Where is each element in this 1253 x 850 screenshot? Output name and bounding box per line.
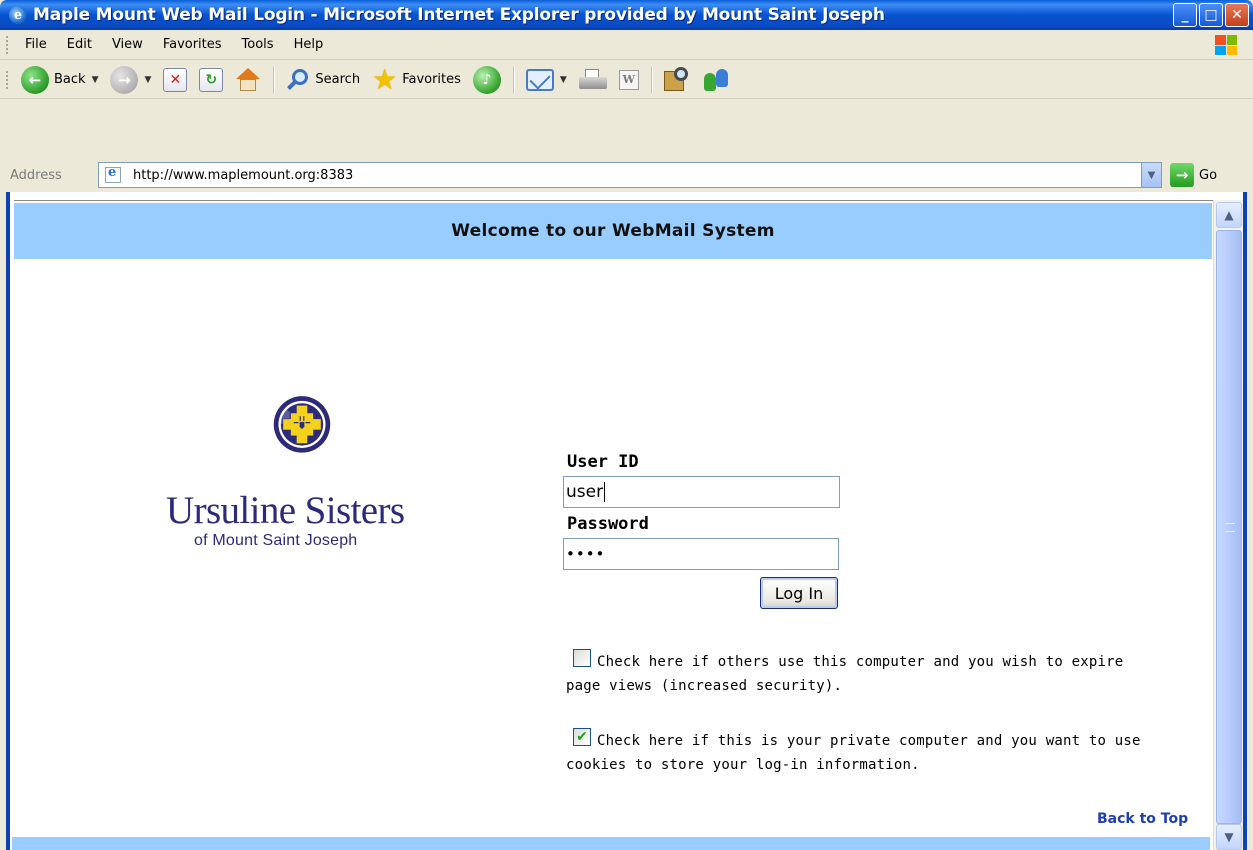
- stop-icon: ✕: [163, 67, 188, 92]
- back-to-top-link[interactable]: Back to Top: [1097, 811, 1188, 827]
- refresh-icon: ↻: [199, 67, 224, 92]
- store-cookies-line1: Check here if this is your private compu…: [597, 733, 1141, 749]
- close-button[interactable]: ✕: [1225, 3, 1249, 27]
- scrollbar-thumb[interactable]: [1216, 230, 1242, 824]
- address-url: http://www.maplemount.org:8383: [133, 167, 354, 183]
- maximize-button[interactable]: □: [1199, 3, 1223, 27]
- log-in-button[interactable]: Log In: [760, 577, 838, 609]
- toolbar-grip[interactable]: [6, 70, 9, 89]
- store-cookies-label: Check here if this is your private compu…: [566, 729, 1141, 777]
- welcome-title: Welcome to our WebMail System: [451, 221, 775, 241]
- toolbar-separator: [512, 66, 514, 93]
- expire-pages-line2: page views (increased security).: [566, 678, 843, 694]
- print-icon: [578, 68, 607, 91]
- menu-help[interactable]: Help: [284, 37, 334, 52]
- scrollbar-grip: [1225, 523, 1235, 532]
- forward-dropdown-icon[interactable]: ▼: [144, 75, 151, 85]
- window-controls: _ □ ✕: [1173, 3, 1249, 27]
- forward-button[interactable]: → ▼: [104, 63, 157, 97]
- password-value: ••••: [566, 545, 606, 563]
- toolbar-separator: [273, 66, 275, 93]
- favorites-star-icon: ★: [372, 62, 398, 96]
- expire-pages-label: Check here if others use this computer a…: [566, 650, 1123, 698]
- page-icon: [105, 165, 121, 183]
- messenger-icon: [702, 67, 732, 93]
- search-icon: [286, 68, 310, 92]
- ie-app-icon[interactable]: e: [9, 6, 27, 24]
- logo-name: Ursuline Sisters: [166, 489, 405, 532]
- mail-icon: [525, 68, 554, 91]
- back-button[interactable]: ← Back ▼: [15, 63, 104, 97]
- ursuline-logo-emblem: [273, 396, 331, 453]
- standard-toolbar: ← Back ▼ → ▼ ✕ ↻ Search ★ Favorites ♪ ▼ …: [0, 61, 1253, 99]
- text-caret: [604, 482, 606, 502]
- scroll-up-icon[interactable]: ▲: [1216, 202, 1242, 228]
- print-button[interactable]: [573, 63, 613, 97]
- stop-button[interactable]: ✕: [157, 63, 193, 97]
- mail-dropdown-icon[interactable]: ▼: [560, 75, 567, 85]
- search-label: Search: [315, 72, 361, 87]
- window-title: Maple Mount Web Mail Login - Microsoft I…: [33, 5, 885, 25]
- welcome-banner: Welcome to our WebMail System: [14, 203, 1212, 259]
- favorites-label: Favorites: [402, 72, 461, 87]
- toolbar-separator: [650, 66, 652, 93]
- mail-button[interactable]: ▼: [520, 63, 573, 97]
- user-id-input[interactable]: user: [563, 476, 840, 508]
- favorites-button[interactable]: ★ Favorites: [366, 63, 467, 97]
- menu-view[interactable]: View: [102, 37, 153, 52]
- media-button[interactable]: ♪: [467, 63, 507, 97]
- address-toolbar: Address http://www.maplemount.org:8383 ▼…: [0, 100, 1253, 192]
- refresh-button[interactable]: ↻: [193, 63, 229, 97]
- research-icon: [663, 66, 690, 93]
- address-label: Address: [10, 167, 62, 183]
- back-icon: ←: [21, 65, 49, 94]
- menu-favorites[interactable]: Favorites: [153, 37, 232, 52]
- edit-button[interactable]: W: [613, 63, 645, 97]
- user-id-value: user: [566, 482, 604, 502]
- scroll-down-icon[interactable]: ▼: [1216, 824, 1242, 850]
- address-input[interactable]: http://www.maplemount.org:8383 ▼: [98, 162, 1162, 188]
- password-input[interactable]: ••••: [563, 538, 839, 570]
- address-row: Address http://www.maplemount.org:8383 ▼…: [0, 160, 1253, 190]
- logo-subtitle: of Mount Saint Joseph: [194, 532, 358, 549]
- search-button[interactable]: Search: [280, 63, 366, 97]
- go-arrow-icon: →: [1170, 163, 1194, 187]
- minimize-button[interactable]: _: [1173, 3, 1197, 27]
- store-cookies-line2: cookies to store your log-in information…: [566, 757, 920, 773]
- menu-bar: File Edit View Favorites Tools Help: [0, 30, 1253, 60]
- edit-icon: W: [618, 69, 639, 90]
- go-button[interactable]: → Go: [1170, 163, 1217, 187]
- forward-icon: →: [110, 65, 139, 94]
- user-id-label: User ID: [567, 452, 639, 472]
- home-icon: [235, 67, 261, 93]
- password-label: Password: [567, 514, 649, 534]
- back-dropdown-icon[interactable]: ▼: [92, 75, 99, 85]
- expire-pages-line1: Check here if others use this computer a…: [597, 654, 1124, 670]
- home-button[interactable]: [229, 63, 267, 97]
- back-label: Back: [54, 72, 86, 87]
- menu-edit[interactable]: Edit: [57, 37, 102, 52]
- go-label: Go: [1199, 167, 1218, 183]
- address-dropdown-icon[interactable]: ▼: [1141, 163, 1161, 187]
- windows-logo-icon: [1207, 32, 1245, 58]
- footer-banner: [12, 837, 1210, 850]
- media-icon: ♪: [472, 65, 501, 94]
- menu-tools[interactable]: Tools: [232, 37, 284, 52]
- menu-file[interactable]: File: [15, 37, 57, 52]
- title-bar[interactable]: e Maple Mount Web Mail Login - Microsoft…: [0, 0, 1253, 30]
- menu-grip[interactable]: [6, 35, 9, 54]
- vertical-scrollbar[interactable]: ▲ ▼: [1213, 200, 1243, 850]
- research-button[interactable]: [658, 63, 696, 97]
- messenger-button[interactable]: [696, 63, 738, 97]
